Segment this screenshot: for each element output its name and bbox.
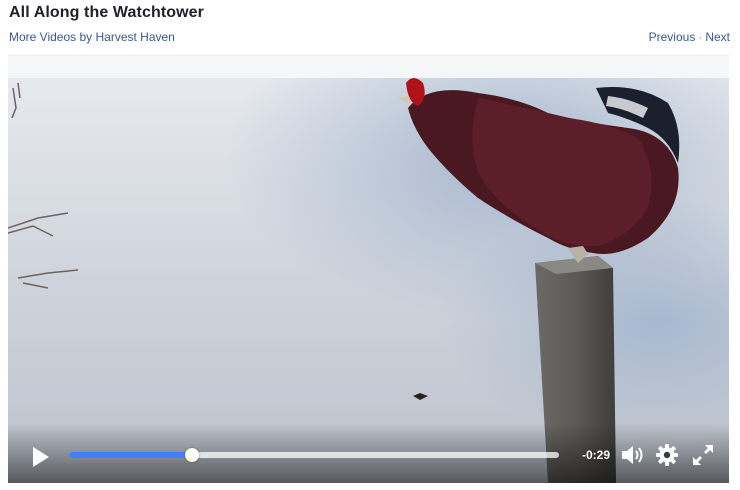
next-link[interactable]: Next (705, 30, 730, 44)
fullscreen-button[interactable] (691, 443, 715, 467)
time-remaining: -0:29 (582, 448, 611, 462)
play-button[interactable] (31, 446, 51, 468)
settings-button[interactable] (655, 443, 679, 467)
volume-icon (622, 446, 643, 464)
gear-icon (656, 444, 678, 466)
fullscreen-icon (693, 445, 713, 465)
video-frame[interactable]: -0:29 (8, 78, 729, 483)
video-navigation: Previous · Next (649, 30, 730, 44)
more-videos-link[interactable]: More Videos by Harvest Haven (9, 30, 175, 44)
progress-bar[interactable] (69, 448, 559, 462)
nav-separator: · (698, 30, 703, 44)
progress-fill (69, 452, 192, 458)
volume-button[interactable] (620, 443, 646, 467)
progress-knob[interactable] (184, 448, 199, 462)
video-player: -0:29 (8, 55, 729, 483)
previous-link[interactable]: Previous (649, 30, 696, 44)
play-icon (33, 447, 49, 467)
video-title: All Along the Watchtower (9, 4, 204, 21)
